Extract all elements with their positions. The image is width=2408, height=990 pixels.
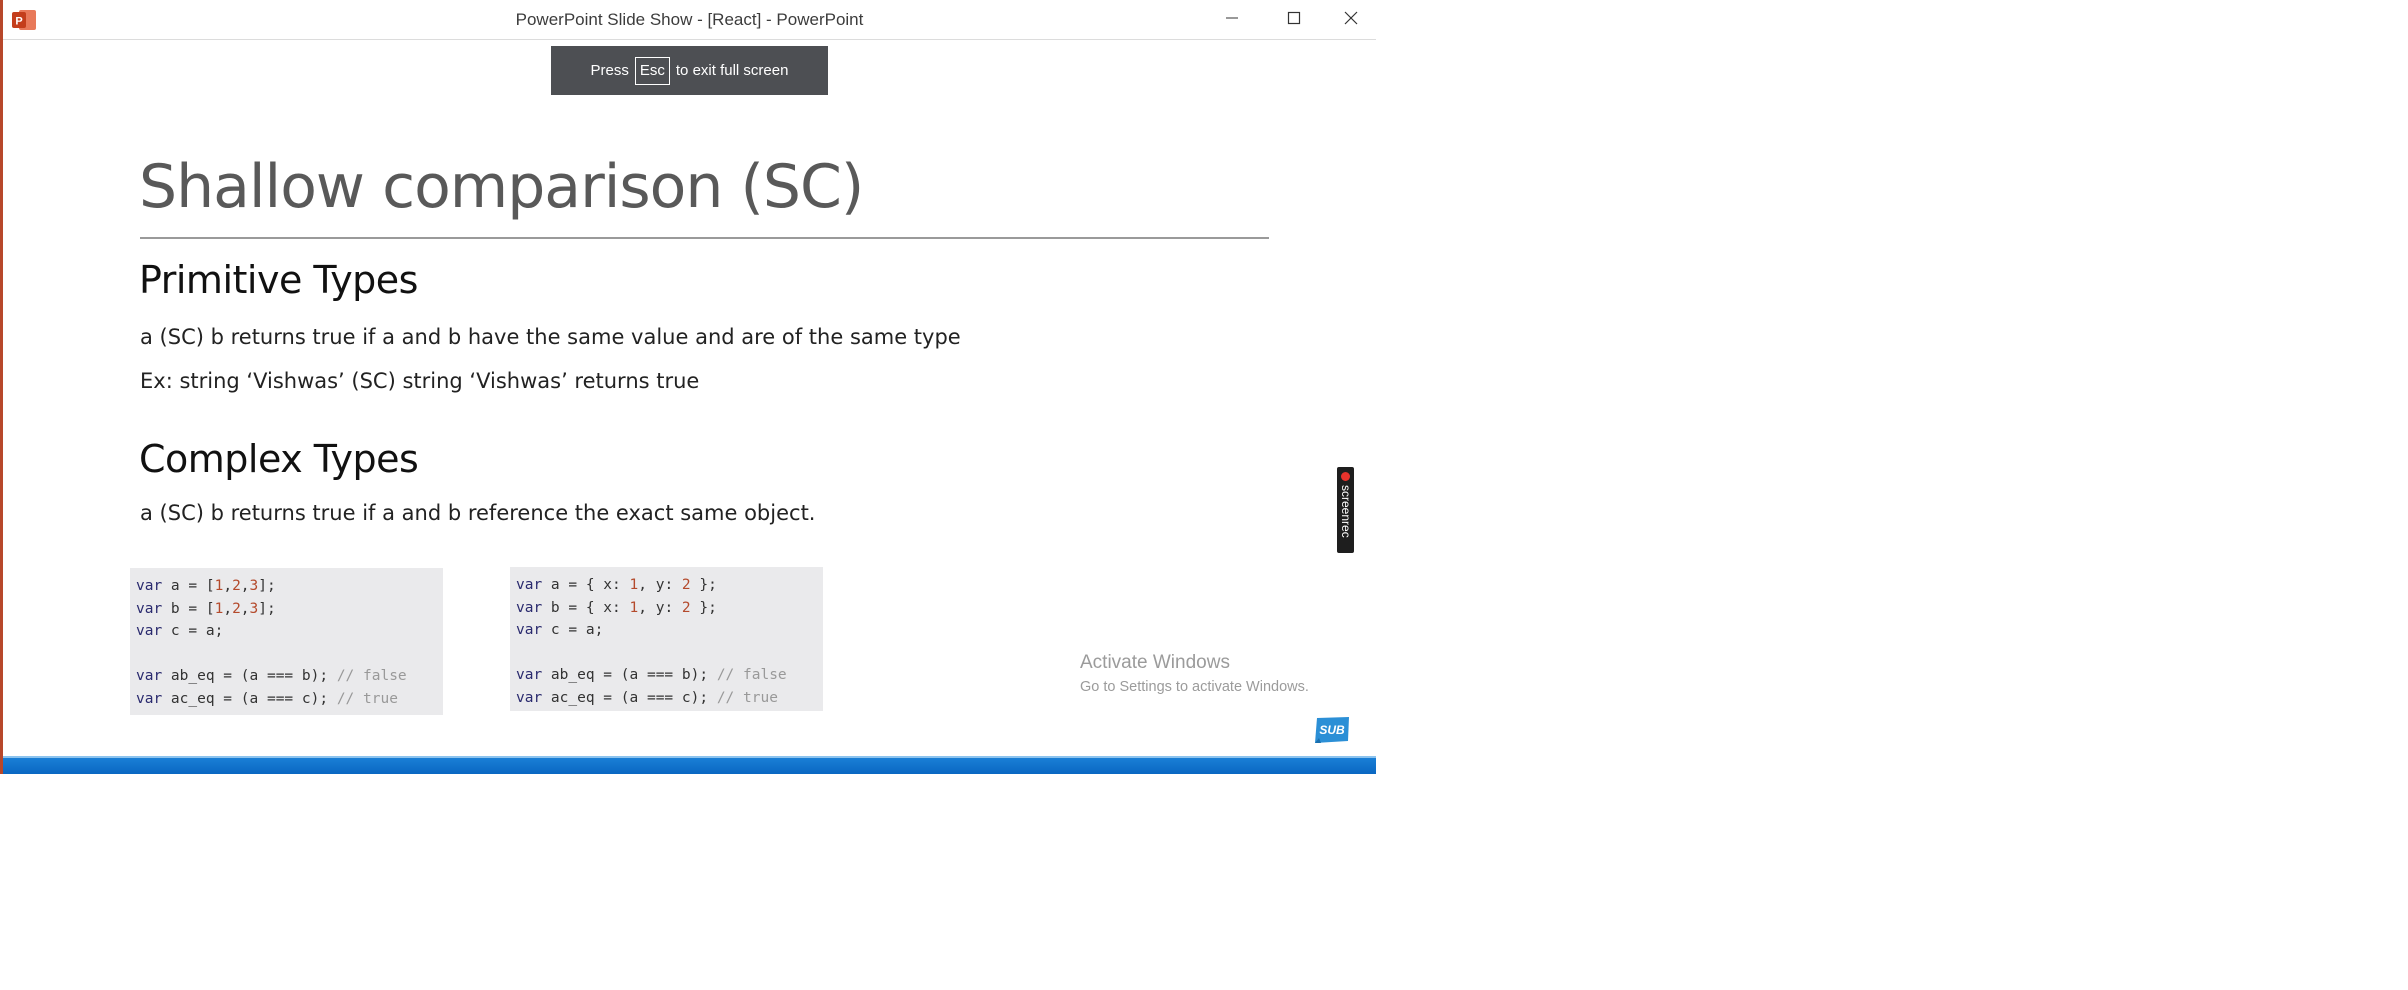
code-line: var c = a;: [136, 623, 224, 639]
code-line: var c = a;: [516, 622, 604, 638]
heading-complex-types: Complex Types: [139, 437, 419, 481]
screenrec-recording-tag[interactable]: screenrec: [1337, 467, 1354, 553]
window-title: PowerPoint Slide Show - [React] - PowerP…: [515, 10, 864, 29]
complex-types-rule: a (SC) b returns true if a and b referen…: [140, 501, 816, 525]
code-line: var ac_eq = (a === c); // true: [516, 689, 778, 706]
code-block-array: var a = [1,2,3]; var b = [1,2,3]; var c = …: [130, 568, 443, 715]
maximize-icon: [1287, 11, 1301, 30]
toast-text-after: to exit full screen: [675, 62, 789, 79]
code-line: var ab_eq = (a === b); // false: [136, 668, 407, 684]
taskbar-strip: [3, 758, 1376, 774]
subscribe-badge[interactable]: SUB: [1313, 716, 1351, 744]
maximize-button[interactable]: [1263, 0, 1325, 40]
heading-primitive-types: Primitive Types: [139, 258, 418, 302]
close-icon: [1344, 11, 1358, 30]
title-bar: P PowerPoint Slide Show - [React] - Powe…: [3, 0, 1376, 40]
minimize-icon: [1225, 11, 1239, 30]
minimize-button[interactable]: [1201, 0, 1263, 40]
activate-windows-title: Activate Windows: [1080, 652, 1230, 673]
title-divider: [140, 237, 1269, 239]
code-block-object: var a = { x: 1, y: 2 }; var b = { x: 1, y…: [510, 567, 823, 711]
powerpoint-slideshow-window: P PowerPoint Slide Show - [React] - Powe…: [0, 0, 1376, 774]
activate-windows-subtitle: Go to Settings to activate Windows.: [1080, 679, 1309, 695]
esc-key-hint: Esc: [634, 56, 670, 85]
exit-fullscreen-toast: Press Esc to exit full screen: [551, 46, 828, 95]
close-button[interactable]: [1325, 0, 1376, 40]
code-line: var a = [1,2,3];: [136, 578, 276, 594]
toast-text-before: Press: [590, 62, 629, 79]
screenrec-label: screenrec: [1339, 485, 1353, 538]
code-line: var ab_eq = (a === b); // false: [516, 667, 787, 683]
code-line: var a = { x: 1, y: 2 };: [516, 577, 717, 593]
code-line: var b = [1,2,3];: [136, 600, 276, 617]
activate-windows-watermark: Activate Windows Go to Settings to activ…: [1080, 651, 1309, 697]
primitive-types-example: Ex: string ‘Vishwas’ (SC) string ‘Vishwa…: [140, 369, 700, 393]
screen: P PowerPoint Slide Show - [React] - Powe…: [0, 0, 2408, 990]
slide-title: Shallow comparison (SC): [139, 152, 864, 222]
primitive-types-rule: a (SC) b returns true if a and b have th…: [140, 325, 961, 349]
code-line: var ac_eq = (a === c); // true: [136, 690, 398, 707]
record-dot-icon: [1341, 472, 1350, 481]
code-line: var b = { x: 1, y: 2 };: [516, 599, 717, 616]
subscribe-badge-label: SUB: [1319, 723, 1345, 737]
